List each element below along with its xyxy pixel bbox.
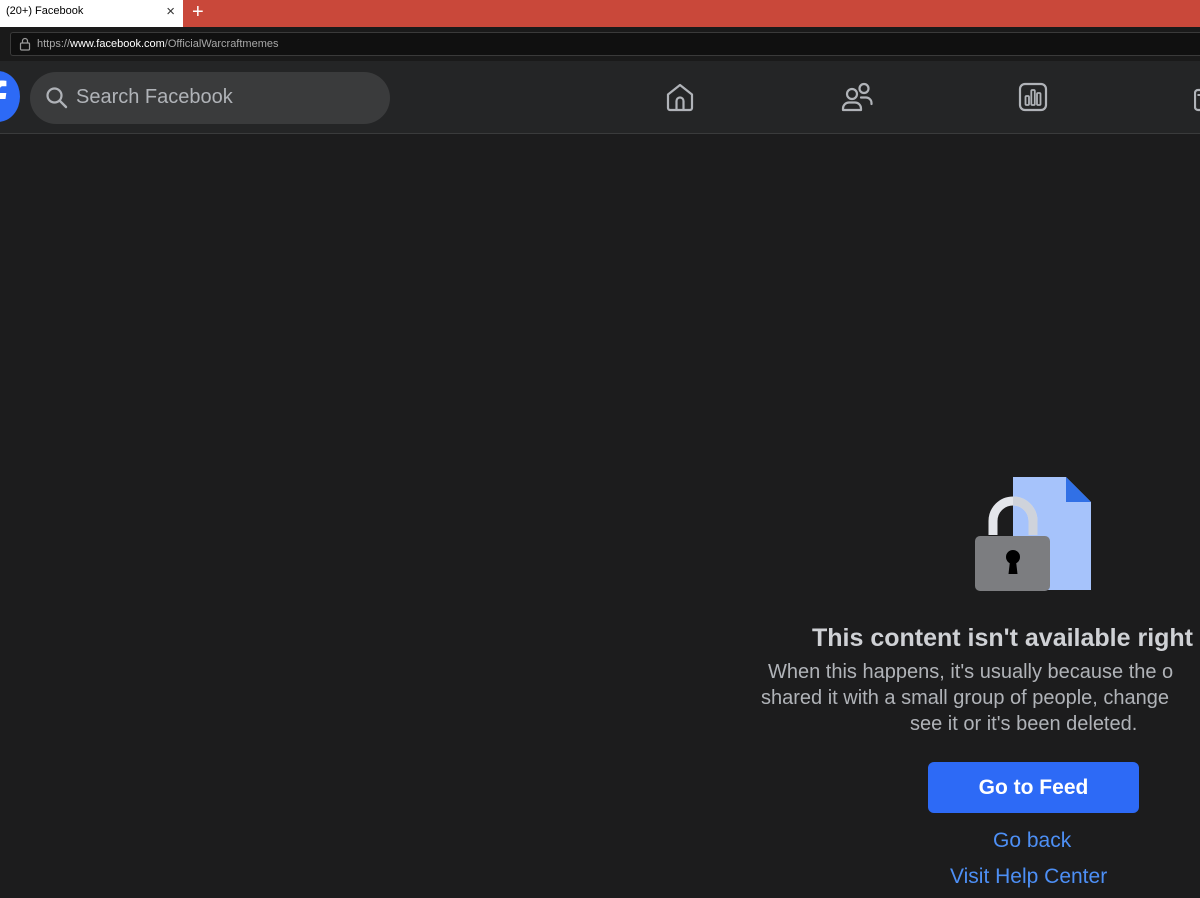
search-bar[interactable]: Search Facebook: [30, 72, 390, 124]
url-path: /OfficialWarcraftmemes: [164, 38, 279, 50]
new-tab-button[interactable]: +: [192, 1, 204, 23]
url-field[interactable]: https://www.facebook.com/OfficialWarcraf…: [10, 32, 1200, 56]
description-line-2: shared it with a small group of people, …: [761, 687, 1170, 709]
lock-icon: [19, 37, 31, 51]
friends-icon[interactable]: [840, 81, 874, 113]
search-placeholder: Search Facebook: [76, 86, 233, 108]
address-bar: https://www.facebook.com/OfficialWarcraf…: [0, 27, 1200, 61]
close-icon[interactable]: ×: [166, 4, 175, 20]
marketplace-icon[interactable]: [1194, 81, 1200, 113]
help-center-link[interactable]: Visit Help Center: [950, 865, 1107, 889]
url-host: www.facebook.com: [70, 38, 165, 50]
facebook-logo-icon[interactable]: [0, 71, 20, 122]
home-icon[interactable]: [664, 81, 696, 113]
facebook-header: Search Facebook: [0, 61, 1200, 134]
main-content: This content isn't available right When …: [0, 134, 1200, 898]
url-text: https://www.facebook.com/OfficialWarcraf…: [37, 38, 278, 50]
go-back-link[interactable]: Go back: [993, 829, 1071, 853]
browser-tab[interactable]: (20+) Facebook ×: [0, 0, 183, 27]
go-to-feed-button[interactable]: Go to Feed: [928, 762, 1139, 813]
browser-tab-bar: (20+) Facebook × +: [0, 0, 1200, 27]
search-icon: [46, 87, 68, 109]
locked-content-illustration: [975, 477, 1091, 591]
dashboard-icon[interactable]: [1017, 81, 1049, 113]
tab-title: (20+) Facebook: [6, 5, 84, 17]
page-title: This content isn't available right: [812, 624, 1194, 652]
url-scheme: https://: [37, 38, 71, 50]
description-line-1: When this happens, it's usually because …: [768, 661, 1174, 683]
description-line-3: see it or it's been deleted.: [910, 713, 1138, 735]
